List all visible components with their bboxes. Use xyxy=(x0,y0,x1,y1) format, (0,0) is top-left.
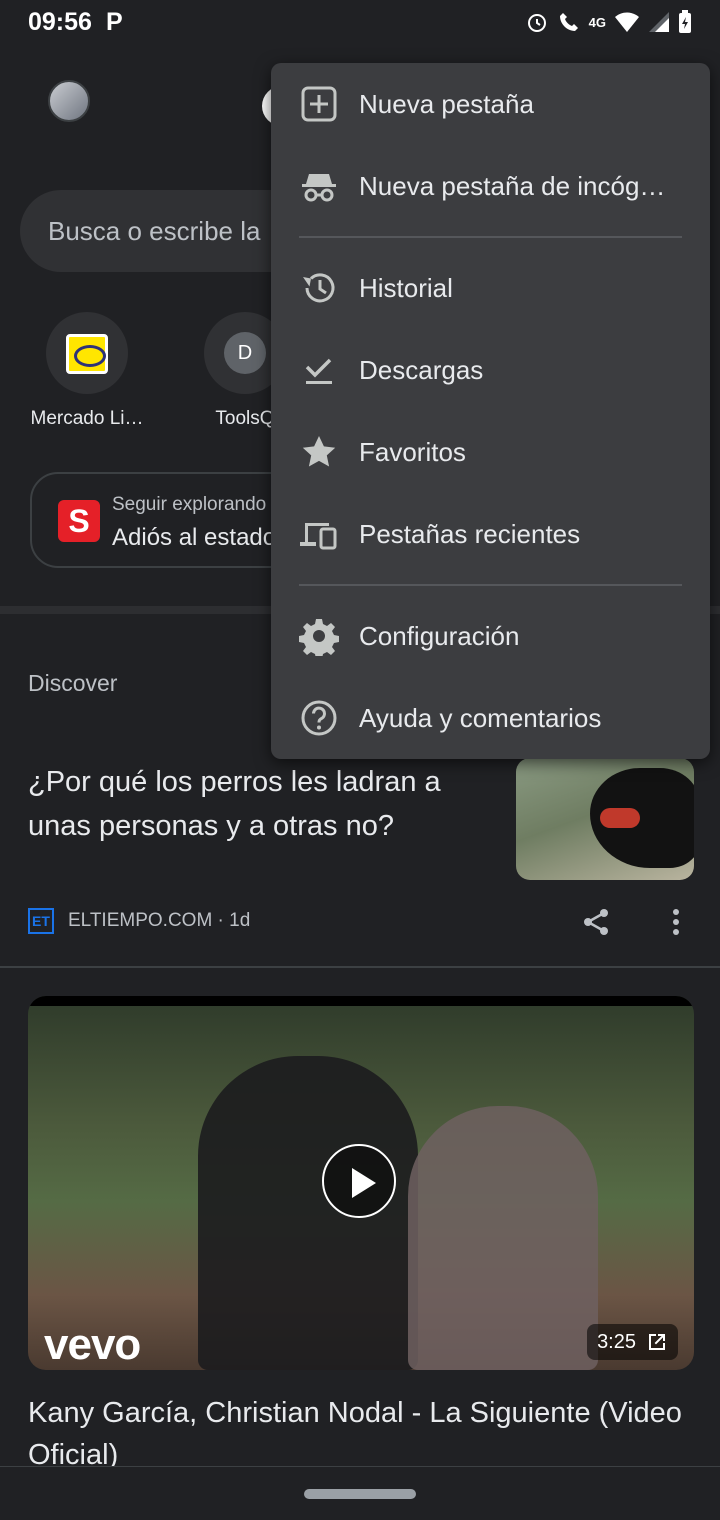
shortcut-icon-circle xyxy=(46,312,128,394)
devices-icon xyxy=(300,523,337,550)
menu-item-label: Nueva pestaña xyxy=(359,89,534,119)
open-external-icon xyxy=(649,1334,665,1350)
overflow-menu: Nueva pestaña Nueva pestaña de incóg… Hi… xyxy=(271,63,710,759)
share-icon[interactable] xyxy=(580,906,612,938)
article-source-row: ET ELTIEMPO.COM · 1d xyxy=(28,904,692,940)
discover-heading: Discover xyxy=(28,670,118,696)
menu-divider xyxy=(299,584,682,586)
parking-notification-icon: P xyxy=(106,8,123,36)
status-time: 09:56 xyxy=(28,8,92,36)
row-divider xyxy=(0,966,720,968)
explore-title: Adiós al estado xyxy=(112,524,277,551)
history-icon xyxy=(303,273,335,303)
dog-image xyxy=(590,768,694,868)
more-options-icon[interactable] xyxy=(668,906,684,938)
menu-item-incognito-tab[interactable]: Nueva pestaña de incóg… xyxy=(271,145,710,227)
menu-item-bookmarks[interactable]: Favoritos xyxy=(271,411,710,493)
article-source: ELTIEMPO.COM · 1d xyxy=(68,910,251,931)
star-icon xyxy=(302,436,336,467)
letter-avatar-icon: D xyxy=(224,332,266,374)
menu-item-history[interactable]: Historial xyxy=(271,247,710,329)
menu-item-help-feedback[interactable]: Ayuda y comentarios xyxy=(271,677,710,759)
menu-item-label: Configuración xyxy=(359,621,520,651)
signal-icon xyxy=(649,12,669,32)
new-tab-icon xyxy=(301,86,337,122)
article-title[interactable]: ¿Por qué los perros les ladran a unas pe… xyxy=(28,760,498,848)
eltiempo-logo: ET xyxy=(28,908,54,934)
menu-item-label: Pestañas recientes xyxy=(359,519,581,549)
video-thumbnail-person xyxy=(198,1056,418,1370)
wifi-icon xyxy=(615,12,639,32)
video-title[interactable]: Kany García, Christian Nodal - La Siguie… xyxy=(28,1392,688,1476)
menu-item-label: Nueva pestaña de incóg… xyxy=(359,171,666,201)
menu-item-recent-tabs[interactable]: Pestañas recientes xyxy=(271,493,710,575)
status-icons: 4G xyxy=(525,10,692,34)
incognito-icon xyxy=(302,174,336,202)
network-type: 4G xyxy=(588,14,606,30)
shortcut-label: Mercado Li… xyxy=(30,408,144,429)
menu-divider xyxy=(299,236,682,238)
call-icon xyxy=(559,13,578,31)
mercado-libre-icon xyxy=(66,334,108,374)
account-avatar[interactable] xyxy=(48,80,90,122)
help-icon xyxy=(301,700,337,736)
menu-item-downloads[interactable]: Descargas xyxy=(271,329,710,411)
alarm-icon xyxy=(527,14,546,32)
menu-item-label: Ayuda y comentarios xyxy=(359,703,602,733)
video-thumbnail-person xyxy=(408,1106,598,1370)
system-nav-bar xyxy=(0,1466,720,1520)
battery-icon xyxy=(679,10,691,33)
menu-item-label: Favoritos xyxy=(359,437,466,467)
download-icon xyxy=(305,358,332,384)
explore-subtitle: Seguir explorando xyxy=(112,494,267,515)
play-icon[interactable] xyxy=(322,1144,396,1218)
video-card[interactable]: vevo 3:25 xyxy=(28,996,694,1370)
vevo-logo: vevo xyxy=(44,1320,141,1369)
video-duration: 3:25 xyxy=(597,1331,636,1353)
home-gesture-handle[interactable] xyxy=(304,1489,416,1499)
article-thumbnail[interactable] xyxy=(516,758,694,880)
gear-icon xyxy=(299,619,339,656)
site-favicon: S xyxy=(58,500,100,542)
menu-item-settings[interactable]: Configuración xyxy=(271,595,710,677)
menu-item-label: Descargas xyxy=(359,355,484,385)
menu-item-label: Historial xyxy=(359,273,453,303)
menu-item-new-tab[interactable]: Nueva pestaña xyxy=(271,63,710,145)
shortcut-tile-mercado-libre[interactable]: Mercado Li… xyxy=(12,312,162,430)
video-duration-badge: 3:25 xyxy=(587,1324,678,1360)
status-bar: 09:56 P 4G xyxy=(0,0,720,50)
search-placeholder: Busca o escribe la xyxy=(48,216,261,246)
